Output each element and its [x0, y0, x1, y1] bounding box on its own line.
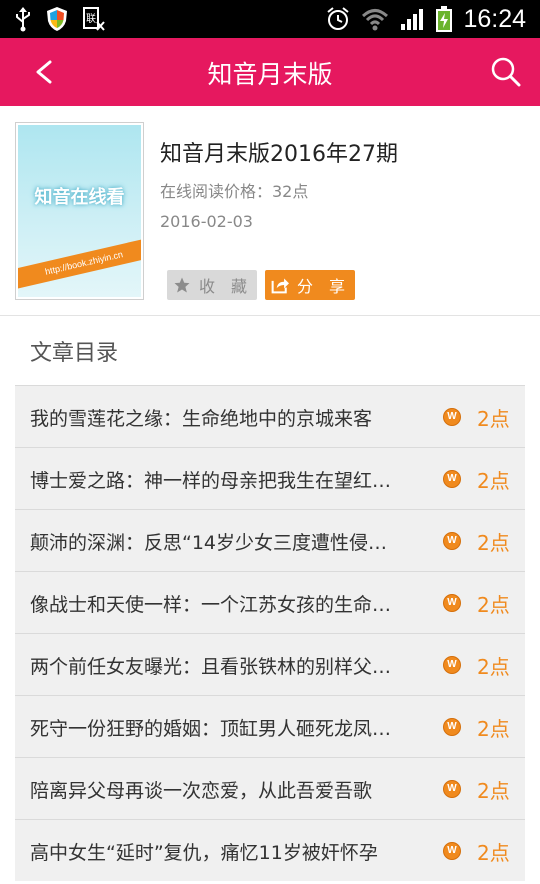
- article-title: 两个前任女友曝光：且看张铁林的别样父…: [30, 656, 392, 678]
- status-time: 16:24: [463, 4, 526, 33]
- article-title: 颠沛的深渊：反思“14岁少女三度遭性侵…: [30, 532, 388, 554]
- favorite-label: 收 藏: [199, 277, 248, 296]
- status-bar: 联 16:24: [0, 0, 540, 38]
- search-button[interactable]: [486, 52, 526, 92]
- cover-logo: 知音在线看: [34, 187, 125, 208]
- article-price: 2点: [477, 593, 510, 617]
- book-title: 知音月末版2016年27期: [160, 142, 398, 167]
- article-title: 死守一份狂野的婚姻：顶缸男人砸死龙凤…: [30, 718, 392, 740]
- article-title: 高中女生“延时”复仇，痛忆11岁被奸怀孕: [30, 842, 378, 864]
- sim-icon: 联: [83, 7, 105, 31]
- shield-icon: [47, 7, 67, 31]
- toc-list: 我的雪莲花之缘：生命绝地中的京城来客 W 2点 博士爱之路：神一样的母亲把我生在…: [15, 385, 525, 881]
- list-item[interactable]: 陪离异父母再谈一次恋爱，从此吾爱吾歌 W 2点: [15, 757, 525, 819]
- cover-art: 知音在线看 http://book.zhiyin.cn: [18, 125, 141, 297]
- star-icon: [167, 270, 197, 300]
- list-item[interactable]: 博士爱之路：神一样的母亲把我生在望红… W 2点: [15, 447, 525, 509]
- coin-icon: W: [443, 656, 461, 674]
- list-item[interactable]: 颠沛的深渊：反思“14岁少女三度遭性侵… W 2点: [15, 509, 525, 571]
- list-item[interactable]: 死守一份狂野的婚姻：顶缸男人砸死龙凤… W 2点: [15, 695, 525, 757]
- article-title: 像战士和天使一样：一个江苏女孩的生命…: [30, 594, 392, 616]
- article-price: 2点: [477, 655, 510, 679]
- coin-icon: W: [443, 470, 461, 488]
- status-right: 16:24: [325, 4, 526, 34]
- book-price: 在线阅读价格：32点: [160, 182, 309, 201]
- list-item[interactable]: 像战士和天使一样：一个江苏女孩的生命… W 2点: [15, 571, 525, 633]
- article-title: 博士爱之路：神一样的母亲把我生在望红…: [30, 470, 392, 492]
- article-price: 2点: [477, 407, 510, 431]
- article-price: 2点: [477, 841, 510, 865]
- battery-charging-icon: [436, 6, 453, 32]
- list-item[interactable]: 我的雪莲花之缘：生命绝地中的京城来客 W 2点: [15, 385, 525, 447]
- article-title: 我的雪莲花之缘：生命绝地中的京城来客: [30, 408, 373, 430]
- book-date: 2016-02-03: [160, 212, 253, 231]
- share-label: 分 享: [297, 277, 346, 296]
- article-price: 2点: [477, 531, 510, 555]
- cover-url: http://book.zhiyin.cn: [18, 235, 141, 291]
- coin-icon: W: [443, 780, 461, 798]
- article-title: 陪离异父母再谈一次恋爱，从此吾爱吾歌: [30, 780, 373, 802]
- signal-icon: [401, 9, 424, 30]
- app-bar: 知音月末版: [0, 38, 540, 106]
- share-icon: [265, 270, 295, 300]
- page-title: 知音月末版: [207, 60, 333, 89]
- coin-icon: W: [443, 532, 461, 550]
- svg-text:联: 联: [86, 13, 96, 25]
- coin-icon: W: [443, 594, 461, 612]
- share-button[interactable]: 分 享: [265, 270, 355, 300]
- list-item[interactable]: 高中女生“延时”复仇，痛忆11岁被奸怀孕 W 2点: [15, 819, 525, 881]
- book-cover[interactable]: 知音在线看 http://book.zhiyin.cn: [15, 122, 144, 300]
- coin-icon: W: [443, 408, 461, 426]
- toc-title: 文章目录: [30, 341, 119, 366]
- wifi-icon: [362, 9, 389, 31]
- list-item[interactable]: 两个前任女友曝光：且看张铁林的别样父… W 2点: [15, 633, 525, 695]
- search-icon: [491, 57, 521, 87]
- book-info: 知音在线看 http://book.zhiyin.cn 知音月末版2016年27…: [0, 106, 540, 316]
- article-price: 2点: [477, 779, 510, 803]
- usb-icon: [16, 7, 30, 32]
- alarm-icon: [327, 7, 350, 30]
- favorite-button[interactable]: 收 藏: [167, 270, 257, 300]
- article-price: 2点: [477, 469, 510, 493]
- coin-icon: W: [443, 718, 461, 736]
- status-left: 联: [14, 4, 106, 34]
- coin-icon: W: [443, 842, 461, 860]
- article-price: 2点: [477, 717, 510, 741]
